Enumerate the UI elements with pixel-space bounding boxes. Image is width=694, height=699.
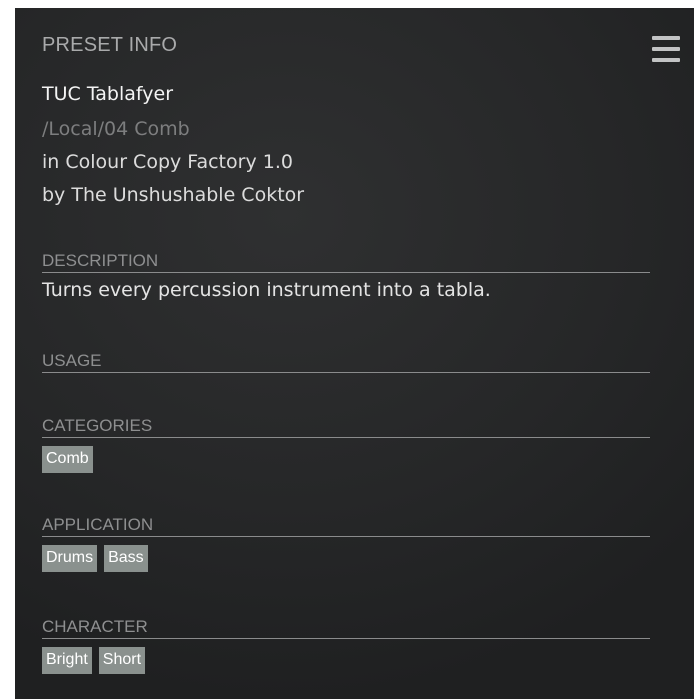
application-heading: APPLICATION: [42, 515, 650, 537]
panel-title: PRESET INFO: [42, 34, 178, 56]
tag-bass[interactable]: Bass: [104, 545, 148, 572]
usage-heading: USAGE: [42, 351, 650, 373]
preset-pack: in Colour Copy Factory 1.0: [42, 151, 293, 173]
description-section: DESCRIPTION Turns every percussion instr…: [42, 251, 650, 301]
tag-drums[interactable]: Drums: [42, 545, 98, 572]
tag-bright[interactable]: Bright: [42, 647, 92, 674]
menu-bar-top: [652, 36, 680, 40]
tag-short[interactable]: Short: [98, 647, 146, 674]
menu-bar-middle: [652, 47, 680, 51]
application-section: APPLICATION Drums Bass: [42, 515, 650, 572]
preset-info-panel: PRESET INFO TUC Tablafyer /Local/04 Comb…: [15, 8, 694, 699]
usage-section: USAGE: [42, 351, 650, 373]
description-text: Turns every percussion instrument into a…: [42, 279, 491, 301]
preset-path: /Local/04 Comb: [42, 118, 190, 140]
description-heading: DESCRIPTION: [42, 251, 650, 273]
preset-author: by The Unshushable Coktor: [42, 184, 305, 206]
character-tags: Bright Short: [42, 647, 650, 674]
application-tags: Drums Bass: [42, 545, 650, 572]
tag-comb[interactable]: Comb: [42, 446, 93, 473]
preset-name: TUC Tablafyer: [42, 83, 174, 105]
character-heading: CHARACTER: [42, 617, 650, 639]
character-section: CHARACTER Bright Short: [42, 617, 650, 674]
categories-section: CATEGORIES Comb: [42, 416, 650, 473]
menu-bar-bottom: [652, 58, 680, 62]
categories-heading: CATEGORIES: [42, 416, 650, 438]
hamburger-menu-icon[interactable]: [652, 36, 680, 62]
categories-tags: Comb: [42, 446, 650, 473]
